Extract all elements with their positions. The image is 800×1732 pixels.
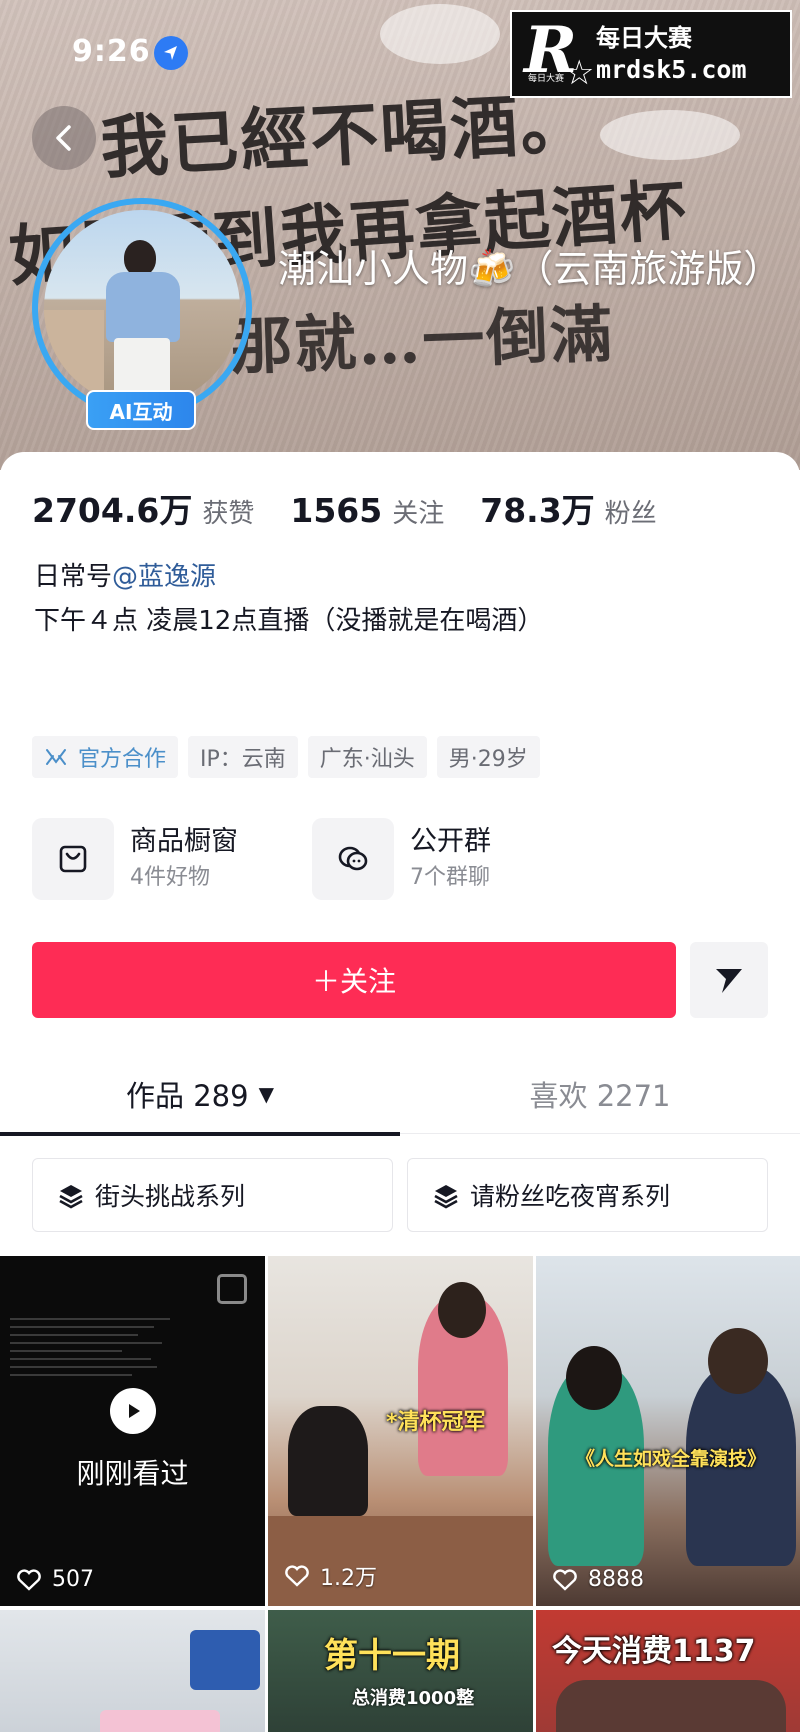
following-label: 关注 xyxy=(392,499,445,529)
caret-down-icon: ▼ xyxy=(258,1082,274,1106)
recently-viewed-label: 刚刚看过 xyxy=(76,1457,189,1490)
tag-official-cooperation[interactable]: 官方合作 xyxy=(32,736,179,778)
video-grid: 刚刚看过 507 *清杯冠军 1.2万 《人生如戏全靠演技》 8888 第十一期… xyxy=(0,1256,800,1732)
watermark-title: 每日大赛 xyxy=(596,24,692,52)
heart-icon xyxy=(285,1565,309,1587)
tag-label: 广东·汕头 xyxy=(319,747,415,772)
layers-icon xyxy=(59,1185,83,1209)
group-chat-icon xyxy=(312,818,394,900)
watermark-logo: R ☆ 每日大赛 每日大赛 mrdsk5.com xyxy=(510,10,792,98)
shop-bag-icon xyxy=(32,818,114,900)
video-caption: *清杯冠军 xyxy=(386,1410,486,1435)
profile-nickname: 潮汕小人物🍻（云南旅游版） xyxy=(278,247,782,291)
series-collections: 街头挑战系列 请粉丝吃夜宵系列 xyxy=(32,1158,768,1232)
tag-label: 官方合作 xyxy=(78,747,167,772)
video-crowd xyxy=(556,1680,786,1732)
tag-gender-age: 男·29岁 xyxy=(436,736,540,778)
play-icon xyxy=(110,1388,156,1434)
video-like-count: 1.2万 xyxy=(284,1560,377,1592)
shop-window-subtitle: 4件好物 xyxy=(130,865,210,890)
video-thumbnail[interactable] xyxy=(0,1610,265,1732)
avatar-photo xyxy=(44,210,240,406)
video-thumbnail[interactable]: 今天消费1137 xyxy=(536,1610,800,1732)
video-sub-caption: 总消费1000整 xyxy=(352,1688,475,1709)
tag-region: 广东·汕头 xyxy=(307,736,427,778)
video-thumbnail-text-lines xyxy=(10,1312,170,1382)
video-caption-box xyxy=(100,1710,220,1732)
tag-label: 男·29岁 xyxy=(448,747,528,772)
video-sign-board xyxy=(190,1630,260,1690)
series-label: 街头挑战系列 xyxy=(95,1182,246,1211)
banner-paint-blot xyxy=(380,4,500,64)
video-caption: 《人生如戏全靠演技》 xyxy=(576,1448,767,1470)
follow-button[interactable]: ＋关注 xyxy=(32,942,676,1018)
video-thumbnail[interactable]: 刚刚看过 507 xyxy=(0,1256,265,1606)
public-group-title: 公开群 xyxy=(410,826,491,857)
heart-icon xyxy=(17,1568,41,1591)
video-like-count: 507 xyxy=(16,1567,94,1592)
multi-image-icon xyxy=(217,1274,247,1304)
video-thumbnail[interactable]: 第十一期 总消费1000整 xyxy=(268,1610,533,1732)
heart-icon xyxy=(553,1568,577,1591)
public-group-subtitle: 7个群聊 xyxy=(410,865,490,890)
banner-graffiti-line: 那就…一倒滿 xyxy=(229,297,616,384)
public-group-entry[interactable]: 公开群 7个群聊 xyxy=(312,818,491,900)
profile-tags: 官方合作 IP：云南 广东·汕头 男·29岁 xyxy=(32,736,540,778)
tab-works-label: 作品 289 xyxy=(126,1079,249,1113)
tab-likes[interactable]: 喜欢 2271 xyxy=(400,1054,800,1134)
likes-count[interactable]: 2704.6万 xyxy=(32,484,192,532)
tab-works[interactable]: 作品 289 ▼ xyxy=(0,1054,400,1136)
shop-window-title: 商品橱窗 xyxy=(130,826,238,857)
tag-label: IP：云南 xyxy=(200,747,286,772)
share-button[interactable] xyxy=(690,942,768,1018)
status-bar-time: 9:26 xyxy=(72,34,151,69)
video-person-head xyxy=(566,1346,622,1410)
watermark-r-star-icon: R ☆ 每日大赛 xyxy=(524,13,595,93)
back-button[interactable] xyxy=(32,106,96,170)
layers-icon xyxy=(434,1185,458,1209)
series-street-challenge[interactable]: 街头挑战系列 xyxy=(32,1158,393,1232)
profile-tabs: 作品 289 ▼ 喜欢 2271 xyxy=(0,1054,800,1136)
profile-entries: 商品橱窗 4件好物 公开群 7个群聊 xyxy=(32,818,772,904)
video-thumbnail[interactable]: *清杯冠军 1.2万 xyxy=(268,1256,533,1606)
official-partner-icon xyxy=(46,749,66,765)
video-person-figure xyxy=(288,1406,368,1516)
daily-account-link[interactable]: @蓝逸源 xyxy=(112,562,216,592)
profile-card: 2704.6万 获赞 1565 关注 78.3万 粉丝 日常号@蓝逸源 下午４点… xyxy=(0,452,800,1732)
profile-stats: 2704.6万 获赞 1565 关注 78.3万 粉丝 xyxy=(32,484,693,532)
ai-interact-badge[interactable]: AI互动 xyxy=(86,390,196,430)
profile-bio: 下午４点 凌晨12点直播（没播就是在喝酒） xyxy=(34,606,544,636)
tab-active-underline xyxy=(0,1132,400,1136)
series-fan-night-snack[interactable]: 请粉丝吃夜宵系列 xyxy=(407,1158,768,1232)
watermark-url: mrdsk5.com xyxy=(596,55,747,84)
video-caption: 今天消费1137 xyxy=(552,1634,756,1669)
chevron-left-icon xyxy=(56,125,71,151)
shop-window-entry[interactable]: 商品橱窗 4件好物 xyxy=(32,818,238,900)
likes-label: 获赞 xyxy=(202,499,255,529)
followers-label: 粉丝 xyxy=(604,499,657,529)
followers-count[interactable]: 78.3万 xyxy=(480,484,594,532)
video-person-head xyxy=(708,1328,768,1394)
video-thumbnail[interactable]: 《人生如戏全靠演技》 8888 xyxy=(536,1256,800,1606)
avatar[interactable] xyxy=(32,198,252,418)
video-person-head xyxy=(438,1282,486,1338)
following-count[interactable]: 1565 xyxy=(290,491,382,530)
video-like-count: 8888 xyxy=(552,1567,644,1592)
daily-account-prefix: 日常号 xyxy=(34,562,113,592)
video-caption: 第十一期 xyxy=(324,1636,460,1676)
banner-paint-blot xyxy=(600,110,740,160)
tag-ip-location: IP：云南 xyxy=(188,736,298,778)
series-label: 请粉丝吃夜宵系列 xyxy=(470,1182,671,1211)
location-arrow-icon xyxy=(154,36,188,70)
daily-account-line: 日常号@蓝逸源 xyxy=(34,556,216,593)
share-arrow-icon xyxy=(716,969,742,993)
